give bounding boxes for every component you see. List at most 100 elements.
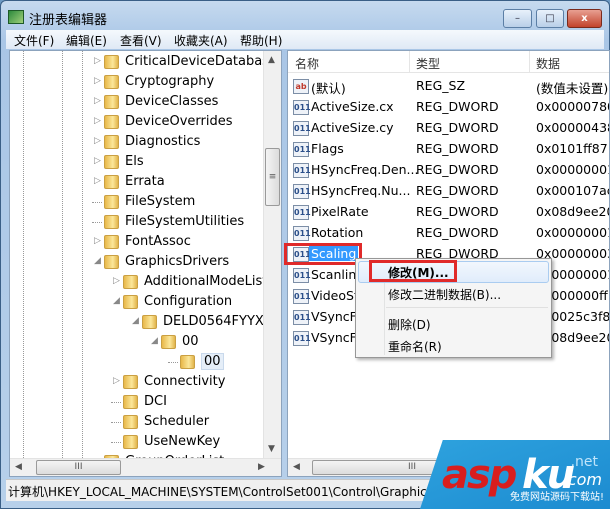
folder-icon	[104, 115, 119, 129]
value-row[interactable]: 011 Flags REG_DWORD 0x0101ff87	[288, 139, 609, 160]
dword-value-icon: 011	[293, 310, 311, 325]
collapse-arrow-icon[interactable]: ◢	[151, 336, 158, 346]
expand-arrow-icon[interactable]: ▷	[94, 116, 101, 126]
value-data: 0x00000438	[536, 120, 610, 135]
tree-item-label: DeviceOverrides	[125, 114, 233, 129]
folder-icon	[123, 295, 138, 309]
tree-item-label: Connectivity	[144, 374, 226, 389]
expand-arrow-icon[interactable]: ▷	[94, 76, 101, 86]
collapse-arrow-icon[interactable]: ◢	[113, 296, 120, 306]
expand-arrow-icon[interactable]: ▷	[94, 176, 101, 186]
column-name[interactable]: 名称	[295, 55, 319, 72]
tree-item[interactable]: FileSystem	[10, 192, 263, 212]
menu-item-delete[interactable]: 删除(D)	[388, 316, 431, 333]
tree-item[interactable]: ▷ Els	[10, 152, 263, 172]
tree-item[interactable]: DCI	[10, 392, 263, 412]
value-row[interactable]: 011 Rotation REG_DWORD 0x00000001	[288, 223, 609, 244]
dword-value-icon: 011	[293, 142, 311, 157]
folder-icon	[104, 255, 119, 269]
menu-item-rename[interactable]: 重命名(R)	[388, 338, 442, 355]
folder-icon	[104, 235, 119, 249]
tree-horizontal-scrollbar[interactable]: ◀ III ▶	[10, 458, 281, 476]
value-type: REG_DWORD	[416, 141, 499, 156]
column-data[interactable]: 数据	[536, 55, 560, 72]
close-button[interactable]: x	[567, 9, 602, 28]
minimize-button[interactable]: –	[503, 9, 532, 28]
tree-item[interactable]: 00	[10, 352, 263, 372]
tree-item[interactable]: FileSystemUtilities	[10, 212, 263, 232]
menu-help[interactable]: 帮助(H)	[240, 32, 282, 49]
value-row[interactable]: 011 PixelRate REG_DWORD 0x08d9ee20	[288, 202, 609, 223]
tree-item[interactable]: ◢ GraphicsDrivers	[10, 252, 263, 272]
expand-arrow-icon[interactable]: ▷	[113, 376, 120, 386]
watermark-text: .com	[562, 470, 602, 489]
folder-icon	[104, 55, 119, 69]
list-header: 名称 类型 数据	[288, 51, 609, 73]
tree-vertical-scrollbar[interactable]: ▲ ≡ ▼	[263, 51, 281, 458]
value-row[interactable]: 011 ActiveSize.cx REG_DWORD 0x00000780	[288, 97, 609, 118]
tree-item[interactable]: ▷ AdditionalModeLists	[10, 272, 274, 292]
column-divider[interactable]	[409, 51, 410, 73]
tree-item[interactable]: ▷ Errata	[10, 172, 263, 192]
folder-icon	[180, 355, 195, 369]
tree-item[interactable]: Scheduler	[10, 412, 263, 432]
value-row[interactable]: 011 HSyncFreq.Den... REG_DWORD 0x00000001	[288, 160, 609, 181]
tree-item[interactable]: ▷ CriticalDeviceDatabase	[10, 52, 277, 72]
value-row[interactable]: 011 ActiveSize.cy REG_DWORD 0x00000438	[288, 118, 609, 139]
menu-view[interactable]: 查看(V)	[120, 32, 162, 49]
folder-icon	[123, 415, 138, 429]
column-type[interactable]: 类型	[416, 55, 440, 72]
tree-item[interactable]: UseNewKey	[10, 432, 263, 452]
tree-item-label: Els	[125, 154, 144, 169]
column-divider[interactable]	[529, 51, 530, 73]
folder-icon	[142, 315, 157, 329]
folder-icon	[161, 335, 176, 349]
tree-item[interactable]: ▷ Cryptography	[10, 72, 263, 92]
tree-item[interactable]: ▷ FontAssoc	[10, 232, 263, 252]
expand-arrow-icon[interactable]: ▷	[94, 136, 101, 146]
dword-value-icon: 011	[293, 163, 311, 178]
tree-item-label: DeviceClasses	[125, 94, 219, 109]
tree-item[interactable]: ▷ DeviceOverrides	[10, 112, 263, 132]
string-value-icon: ab	[293, 79, 309, 94]
value-data: 0x08d9ee20	[536, 204, 610, 219]
value-row[interactable]: 011 HSyncFreq.Nu... REG_DWORD 0x000107ac	[288, 181, 609, 202]
menu-edit[interactable]: 编辑(E)	[66, 32, 107, 49]
tree-item[interactable]: ◢ DELD0564FYYX52	[10, 312, 280, 332]
tree-item[interactable]: ◢ Configuration	[10, 292, 263, 312]
expand-arrow-icon[interactable]: ▷	[94, 96, 101, 106]
dword-value-icon: 011	[293, 184, 311, 199]
value-type: REG_DWORD	[416, 162, 499, 177]
value-row[interactable]: ab (默认) REG_SZ (数值未设置)	[288, 76, 609, 97]
tree-item[interactable]: ▷ Connectivity	[10, 372, 263, 392]
scroll-thumb[interactable]: III	[36, 460, 121, 475]
expand-arrow-icon[interactable]: ▷	[113, 276, 120, 286]
tree-item[interactable]: ▷ DeviceClasses	[10, 92, 263, 112]
watermark-text: .net	[570, 454, 598, 470]
collapse-arrow-icon[interactable]: ◢	[132, 316, 139, 326]
maximize-button[interactable]: □	[536, 9, 564, 28]
scroll-up-icon[interactable]: ▲	[268, 55, 275, 65]
folder-icon	[104, 175, 119, 189]
expand-arrow-icon[interactable]: ▷	[94, 236, 101, 246]
tree-item-label: CriticalDeviceDatabase	[125, 54, 277, 69]
scroll-left-icon[interactable]: ◀	[15, 462, 22, 472]
scroll-down-icon[interactable]: ▼	[268, 444, 275, 454]
tree-item-label: GraphicsDrivers	[125, 254, 230, 269]
expand-arrow-icon[interactable]: ▷	[94, 156, 101, 166]
collapse-arrow-icon[interactable]: ◢	[94, 256, 101, 266]
folder-icon	[104, 215, 119, 229]
folder-icon	[123, 275, 138, 289]
scroll-left-icon[interactable]: ◀	[293, 462, 300, 472]
scroll-right-icon[interactable]: ▶	[258, 462, 265, 472]
menu-favorites[interactable]: 收藏夹(A)	[174, 32, 228, 49]
tree-item[interactable]: ▷ Diagnostics	[10, 132, 263, 152]
tree-item[interactable]: ◢ 00	[10, 332, 263, 352]
scroll-thumb[interactable]: ≡	[265, 148, 280, 206]
menu-file[interactable]: 文件(F)	[14, 32, 54, 49]
expand-arrow-icon[interactable]: ▷	[94, 56, 101, 66]
watermark-text: asp	[442, 452, 517, 498]
value-type: REG_DWORD	[416, 183, 499, 198]
menu-item-modify-binary[interactable]: 修改二进制数据(B)...	[388, 286, 501, 303]
title-bar[interactable]: 注册表编辑器 – □ x	[0, 0, 610, 30]
